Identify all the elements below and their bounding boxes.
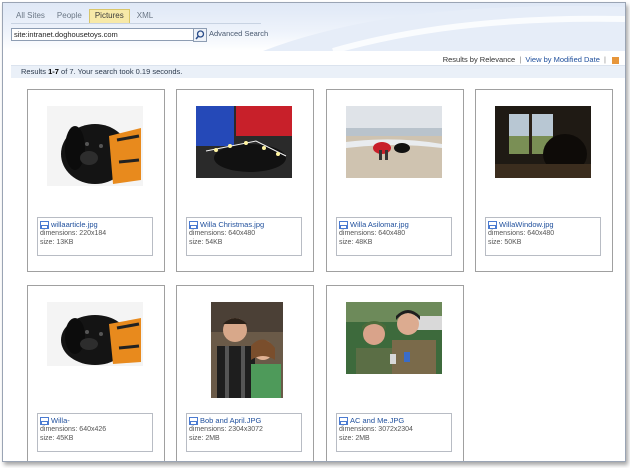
image-file-icon: [189, 221, 198, 229]
result-card: willaarticle.jpg dimensions: 220x184 siz…: [27, 89, 165, 272]
image-file-icon: [189, 417, 198, 425]
results-time: . Your search took 0.19 seconds.: [73, 67, 183, 76]
image-size: size: 13KB: [40, 239, 74, 246]
image-file-icon: [488, 221, 497, 229]
image-file-icon: [339, 417, 348, 425]
image-dimensions: dimensions: 640x480: [189, 230, 256, 237]
search-results-window: All Sites People Pictures XML site:intra…: [2, 2, 626, 462]
window-dog-photo-icon: [495, 106, 591, 178]
image-dimensions: dimensions: 2304x3072: [189, 426, 263, 433]
sort-options: Results by Relevance | View by Modified …: [443, 55, 619, 64]
thumbnail-image[interactable]: [211, 302, 283, 398]
image-info-box: Bob and April.JPG dimensions: 2304x3072 …: [186, 413, 302, 452]
advanced-search-link[interactable]: Advanced Search: [209, 29, 268, 38]
image-dimensions: dimensions: 3072x2304: [339, 426, 413, 433]
image-dimensions: dimensions: 640x426: [40, 426, 107, 433]
image-dimensions: dimensions: 220x184: [40, 230, 107, 237]
thumbnail-image[interactable]: [47, 302, 143, 366]
image-name-link[interactable]: Willa Asilomar.jpg: [350, 220, 409, 229]
search-icon: [195, 30, 205, 40]
search-input[interactable]: site:intranet.doghousetoys.com: [11, 28, 197, 41]
image-size: size: 45KB: [40, 435, 74, 442]
results-summary: Results 1-7 of 7. Your search took 0.19 …: [11, 65, 625, 78]
results-of: of: [58, 67, 70, 76]
image-size: size: 2MB: [339, 435, 370, 442]
image-name-link[interactable]: WillaWindow.jpg: [499, 220, 554, 229]
sort-separator: |: [519, 55, 522, 64]
image-size: size: 2MB: [189, 435, 220, 442]
image-dimensions: dimensions: 640x480: [488, 230, 555, 237]
friends-photo-icon: [346, 302, 442, 374]
rss-icon[interactable]: [612, 56, 619, 64]
image-dimensions: dimensions: 640x480: [339, 230, 406, 237]
tab-xml[interactable]: XML: [132, 9, 158, 22]
image-size: size: 50KB: [488, 239, 522, 246]
result-card: Willa- dimensions: 640x426 size: 45KB: [27, 285, 165, 461]
result-card: AC and Me.JPG dimensions: 3072x2304 size…: [326, 285, 464, 461]
couple-photo-icon: [211, 302, 283, 398]
search-button[interactable]: [193, 28, 207, 42]
tab-all-sites[interactable]: All Sites: [11, 9, 50, 22]
image-info-box: Willa Christmas.jpg dimensions: 640x480 …: [186, 217, 302, 256]
result-card: Willa Asilomar.jpg dimensions: 640x480 s…: [326, 89, 464, 272]
image-name-link[interactable]: Bob and April.JPG: [200, 416, 261, 425]
image-size: size: 54KB: [189, 239, 223, 246]
image-info-box: willaarticle.jpg dimensions: 220x184 siz…: [37, 217, 153, 256]
image-info-box: AC and Me.JPG dimensions: 3072x2304 size…: [336, 413, 452, 452]
sort-separator-2: |: [603, 55, 606, 64]
thumbnail-image[interactable]: [346, 302, 442, 374]
image-info-box: Willa- dimensions: 640x426 size: 45KB: [37, 413, 153, 452]
image-name-link[interactable]: Willa-: [51, 416, 70, 425]
view-by-modified-date-link[interactable]: View by Modified Date: [525, 55, 599, 64]
thumbnail-image[interactable]: [47, 106, 143, 186]
thumbnail-image[interactable]: [346, 106, 442, 178]
thumbnail-image[interactable]: [196, 106, 292, 178]
tab-underline: [11, 23, 261, 24]
beach-photo-icon: [346, 106, 442, 178]
image-name-link[interactable]: Willa Christmas.jpg: [200, 220, 264, 229]
image-file-icon: [339, 221, 348, 229]
search-scope-tabs: All Sites People Pictures XML: [11, 9, 158, 24]
image-size: size: 48KB: [339, 239, 373, 246]
tab-pictures[interactable]: Pictures: [88, 9, 130, 24]
dog-photo-icon: [47, 302, 143, 366]
sort-relevance-label: Results by Relevance: [442, 55, 516, 64]
result-card: Willa Christmas.jpg dimensions: 640x480 …: [176, 89, 314, 272]
image-name-link[interactable]: AC and Me.JPG: [350, 416, 404, 425]
result-card: WillaWindow.jpg dimensions: 640x480 size…: [475, 89, 613, 272]
results-prefix: Results: [21, 67, 49, 76]
image-file-icon: [40, 417, 49, 425]
image-name-link[interactable]: willaarticle.jpg: [51, 220, 98, 229]
thumbnail-image[interactable]: [495, 106, 591, 178]
christmas-dog-photo-icon: [196, 106, 292, 178]
image-file-icon: [40, 221, 49, 229]
image-info-box: Willa Asilomar.jpg dimensions: 640x480 s…: [336, 217, 452, 256]
result-card: Bob and April.JPG dimensions: 2304x3072 …: [176, 285, 314, 461]
tab-people[interactable]: People: [52, 9, 87, 22]
image-info-box: WillaWindow.jpg dimensions: 640x480 size…: [485, 217, 601, 256]
results-range: 1-7: [48, 67, 59, 76]
dog-photo-icon: [47, 106, 143, 186]
